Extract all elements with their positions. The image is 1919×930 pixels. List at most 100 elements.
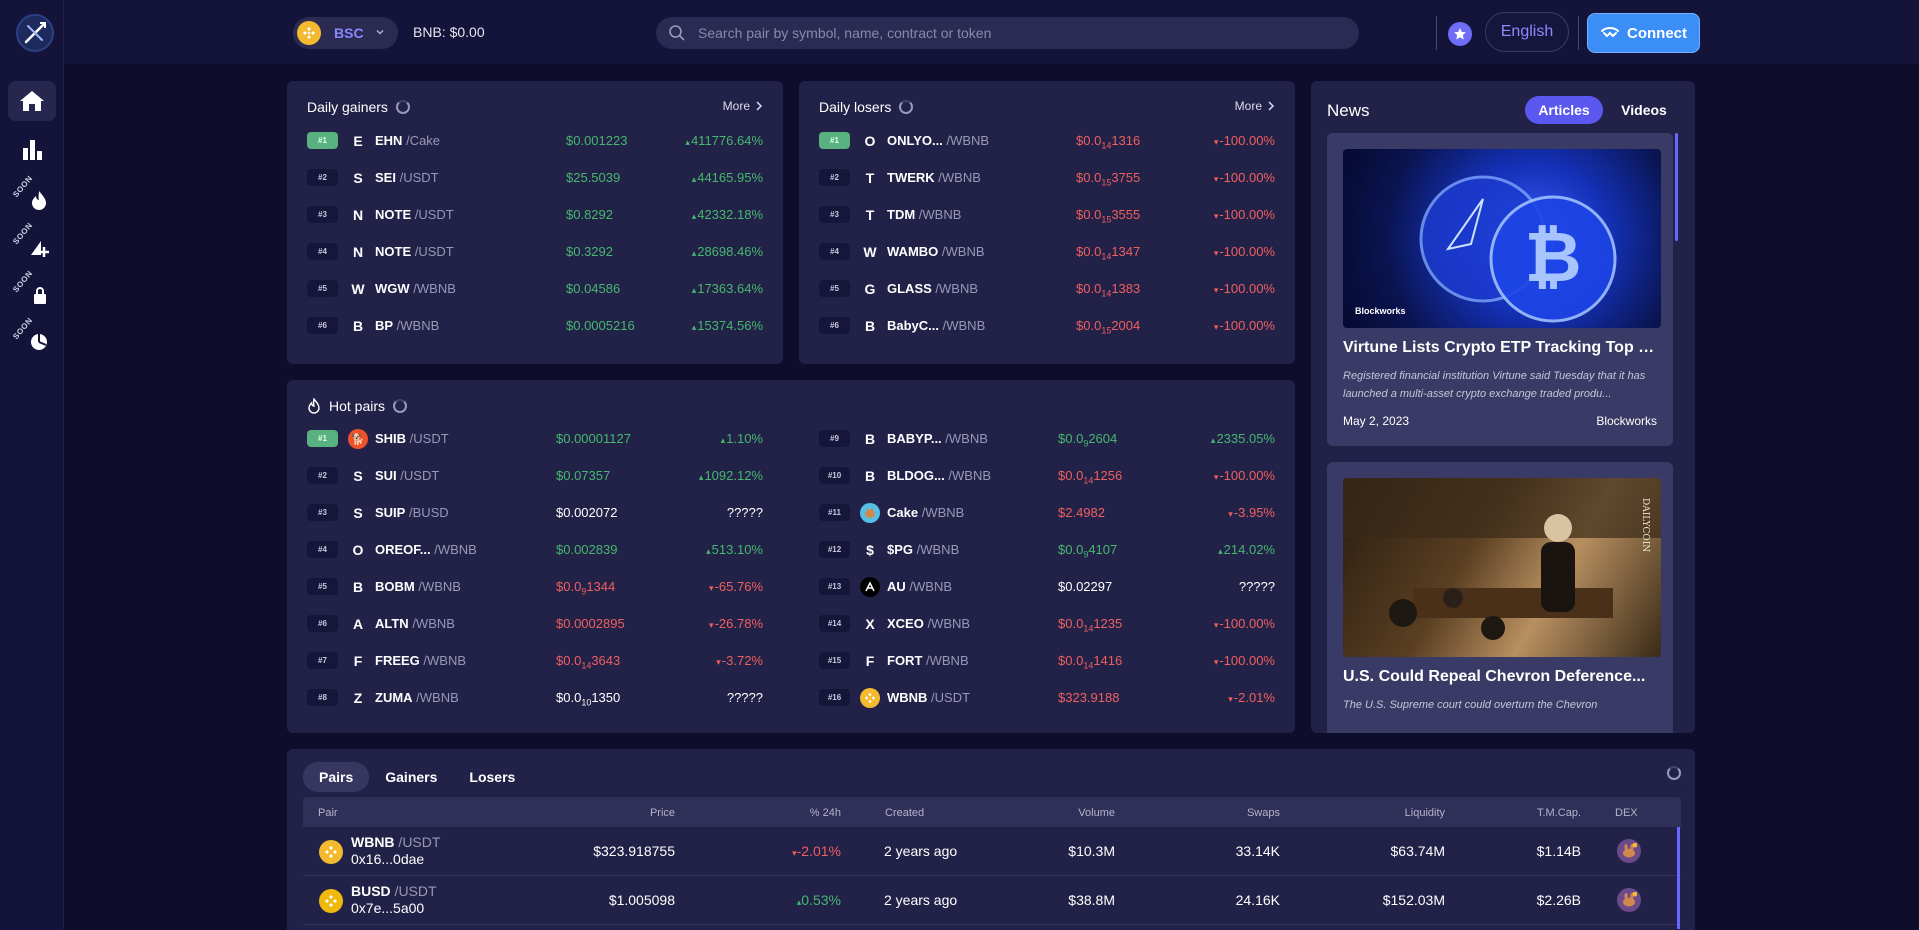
pair-row[interactable]: #6 A ALTN /WBNB $0.0002895 ▾-26.78% xyxy=(307,605,763,642)
chain-selector[interactable]: BSC xyxy=(293,17,398,49)
tab-gainers[interactable]: Gainers xyxy=(369,762,453,792)
news-headline[interactable]: U.S. Could Repeal Chevron Deference... xyxy=(1343,668,1661,686)
pair-row[interactable]: #5 B BOBM /WBNB $0.091344 ▾-65.76% xyxy=(307,568,763,605)
pair-symbol[interactable]: FREEG /WBNB xyxy=(375,653,466,668)
table-row[interactable]: WBNB /USDT 0x16...0dae $323.918755 ▾-2.01% 2… xyxy=(303,827,1681,876)
pair-symbol[interactable]: SUIP /BUSD xyxy=(375,505,449,520)
pancakeswap-icon[interactable] xyxy=(1617,888,1641,912)
tab-pairs[interactable]: Pairs xyxy=(303,762,370,792)
daily-losers-more-link[interactable]: More xyxy=(1235,99,1275,113)
pair-row[interactable]: #5 G GLASS /WBNB $0.0141383 ▾-100.00% xyxy=(819,270,1275,307)
col-volume[interactable]: Volume xyxy=(1078,807,1115,819)
pair-symbol[interactable]: WBNB /USDT xyxy=(887,690,970,705)
change-value: -100.00% xyxy=(1219,170,1275,185)
pair-address[interactable]: 0x16...0dae xyxy=(351,851,424,867)
col-mcap[interactable]: T.M.Cap. xyxy=(1537,807,1581,819)
table-scrollbar[interactable] xyxy=(1677,827,1680,929)
table-row[interactable]: BUSD /USDT 0x7e...5a00 $1.005098 ▴0.53% 2 ye… xyxy=(303,876,1681,925)
sidebar-item-pie[interactable]: SOON xyxy=(8,316,56,358)
pair-row[interactable]: #15 F FORT /WBNB $0.0141416 ▾-100.00% xyxy=(819,642,1275,679)
pair-row[interactable]: #3 N NOTE /USDT $0.8292 ▴42332.18% xyxy=(307,196,763,233)
pair-symbol[interactable]: FORT /WBNB xyxy=(887,653,969,668)
pair-symbol[interactable]: NOTE /USDT xyxy=(375,244,454,259)
pair-row[interactable]: #9 B BABYP... /WBNB $0.092604 ▴2335.05% xyxy=(819,420,1275,457)
pair-symbol[interactable]: BLDOG... /WBNB xyxy=(887,468,991,483)
pair-symbol[interactable]: WBNB /USDT xyxy=(351,834,440,850)
pair-row[interactable]: #10 B BLDOG... /WBNB $0.0141256 ▾-100.00% xyxy=(819,457,1275,494)
daily-gainers-more-link[interactable]: More xyxy=(723,99,763,113)
pair-row[interactable]: #6 B BP /WBNB $0.0005216 ▴15374.56% xyxy=(307,307,763,344)
pair-symbol[interactable]: ZUMA /WBNB xyxy=(375,690,459,705)
pair-symbol[interactable]: SHIB /USDT xyxy=(375,431,449,446)
pair-symbol[interactable]: OREOF... /WBNB xyxy=(375,542,477,557)
pair-symbol[interactable]: WAMBO /WBNB xyxy=(887,244,985,259)
tab-losers[interactable]: Losers xyxy=(453,762,531,792)
daily-gainers-title-wrap: Daily gainers xyxy=(307,99,410,115)
pair-row[interactable]: #4 W WAMBO /WBNB $0.0141347 ▾-100.00% xyxy=(819,233,1275,270)
pair-symbol[interactable]: WGW /WBNB xyxy=(375,281,456,296)
pair-row[interactable]: #4 O OREOF... /WBNB $0.002839 ▴513.10% xyxy=(307,531,763,568)
pair-row[interactable]: #2 S SEI /USDT $25.5039 ▴44165.95% xyxy=(307,159,763,196)
pair-symbol[interactable]: BABYP... /WBNB xyxy=(887,431,988,446)
tab-videos[interactable]: Videos xyxy=(1609,96,1679,124)
col-swaps[interactable]: Swaps xyxy=(1247,807,1280,819)
pair-row[interactable]: #16 WBNB /USDT $323.9188 ▾-2.01% xyxy=(819,679,1275,716)
sidebar-item-home[interactable] xyxy=(8,81,56,121)
pair-symbol[interactable]: EHN /Cake xyxy=(375,133,440,148)
pancakeswap-icon[interactable] xyxy=(1617,839,1641,863)
pair-row[interactable]: #3 S SUIP /BUSD $0.002072????? xyxy=(307,494,763,531)
sidebar-item-lock[interactable]: SOON xyxy=(8,269,56,311)
pair-row[interactable]: #4 N NOTE /USDT $0.3292 ▴28698.46% xyxy=(307,233,763,270)
pair-symbol[interactable]: GLASS /WBNB xyxy=(887,281,978,296)
col-change[interactable]: % 24h xyxy=(810,807,841,819)
sidebar-item-create[interactable]: SOON xyxy=(8,221,56,263)
pair-symbol[interactable]: SUI /USDT xyxy=(375,468,439,483)
pair-symbol[interactable]: BabyC... /WBNB xyxy=(887,318,985,333)
pair-symbol[interactable]: Cake /WBNB xyxy=(887,505,964,520)
pair-row[interactable]: #11 Cake /WBNB $2.4982 ▾-3.95% xyxy=(819,494,1275,531)
news-headline[interactable]: Virtune Lists Crypto ETP Tracking Top 10… xyxy=(1343,339,1661,357)
pair-symbol[interactable]: $PG /WBNB xyxy=(887,542,959,557)
pair-symbol[interactable]: TWERK /WBNB xyxy=(887,170,981,185)
pair-symbol[interactable]: BP /WBNB xyxy=(375,318,439,333)
favorites-button[interactable] xyxy=(1448,22,1472,46)
pair-symbol[interactable]: ALTN /WBNB xyxy=(375,616,455,631)
pair-row[interactable]: #7 F FREEG /WBNB $0.0143643 ▾-3.72% xyxy=(307,642,763,679)
search-input[interactable]: Search pair by symbol, name, contract or… xyxy=(656,17,1359,49)
pair-row[interactable]: #14 X XCEO /WBNB $0.0141235 ▾-100.00% xyxy=(819,605,1275,642)
col-pair[interactable]: Pair xyxy=(318,807,338,819)
pair-row[interactable]: #1 🐕 SHIB /USDT $0.00001127 ▴1.10% xyxy=(307,420,763,457)
pair-row[interactable]: #2 T TWERK /WBNB $0.0153755 ▾-100.00% xyxy=(819,159,1275,196)
pair-symbol[interactable]: ONLYO... /WBNB xyxy=(887,133,989,148)
pair-symbol[interactable]: TDM /WBNB xyxy=(887,207,961,222)
pair-symbol[interactable]: AU /WBNB xyxy=(887,579,952,594)
news-scrollbar[interactable] xyxy=(1675,133,1678,241)
pair-symbol[interactable]: XCEO /WBNB xyxy=(887,616,970,631)
pair-symbol[interactable]: BUSD /USDT xyxy=(351,883,437,899)
pair-row[interactable]: #12 $ $PG /WBNB $0.094107 ▴214.02% xyxy=(819,531,1275,568)
news-card[interactable]: DAILYCOIN U.S. Could Repeal Chevron Defe… xyxy=(1327,462,1673,733)
pair-row[interactable]: #2 S SUI /USDT $0.07357 ▴1092.12% xyxy=(307,457,763,494)
sidebar-item-trending[interactable]: SOON xyxy=(8,174,56,216)
tab-articles[interactable]: Articles xyxy=(1525,96,1603,124)
col-liquidity[interactable]: Liquidity xyxy=(1405,807,1445,819)
pair-row[interactable]: #6 B BabyC... /WBNB $0.0152004 ▾-100.00% xyxy=(819,307,1275,344)
connect-wallet-button[interactable]: Connect xyxy=(1587,13,1700,53)
pair-symbol[interactable]: BOBM /WBNB xyxy=(375,579,461,594)
language-button[interactable]: English xyxy=(1485,12,1569,52)
news-card[interactable]: ₿ Blockworks Virtune Lists Crypto ETP Tr… xyxy=(1327,133,1673,446)
pair-row[interactable]: #13 AU /WBNB $0.02297????? xyxy=(819,568,1275,605)
pair-row[interactable]: #1 E EHN /Cake $0.001223 ▴411776.64% xyxy=(307,122,763,159)
col-price[interactable]: Price xyxy=(650,807,675,819)
rank-badge: #2 xyxy=(307,169,338,186)
app-logo[interactable] xyxy=(16,14,54,52)
pair-row[interactable]: #1 O ONLYO... /WBNB $0.0141316 ▾-100.00% xyxy=(819,122,1275,159)
col-created[interactable]: Created xyxy=(885,807,924,819)
pair-symbol[interactable]: NOTE /USDT xyxy=(375,207,454,222)
pair-row[interactable]: #8 Z ZUMA /WBNB $0.0101350????? xyxy=(307,679,763,716)
pair-row[interactable]: #5 W WGW /WBNB $0.04586 ▴17363.64% xyxy=(307,270,763,307)
pair-symbol[interactable]: SEI /USDT xyxy=(375,170,439,185)
sidebar-item-charts[interactable] xyxy=(8,129,56,169)
pair-address[interactable]: 0x7e...5a00 xyxy=(351,900,424,916)
pair-row[interactable]: #3 T TDM /WBNB $0.0153555 ▾-100.00% xyxy=(819,196,1275,233)
